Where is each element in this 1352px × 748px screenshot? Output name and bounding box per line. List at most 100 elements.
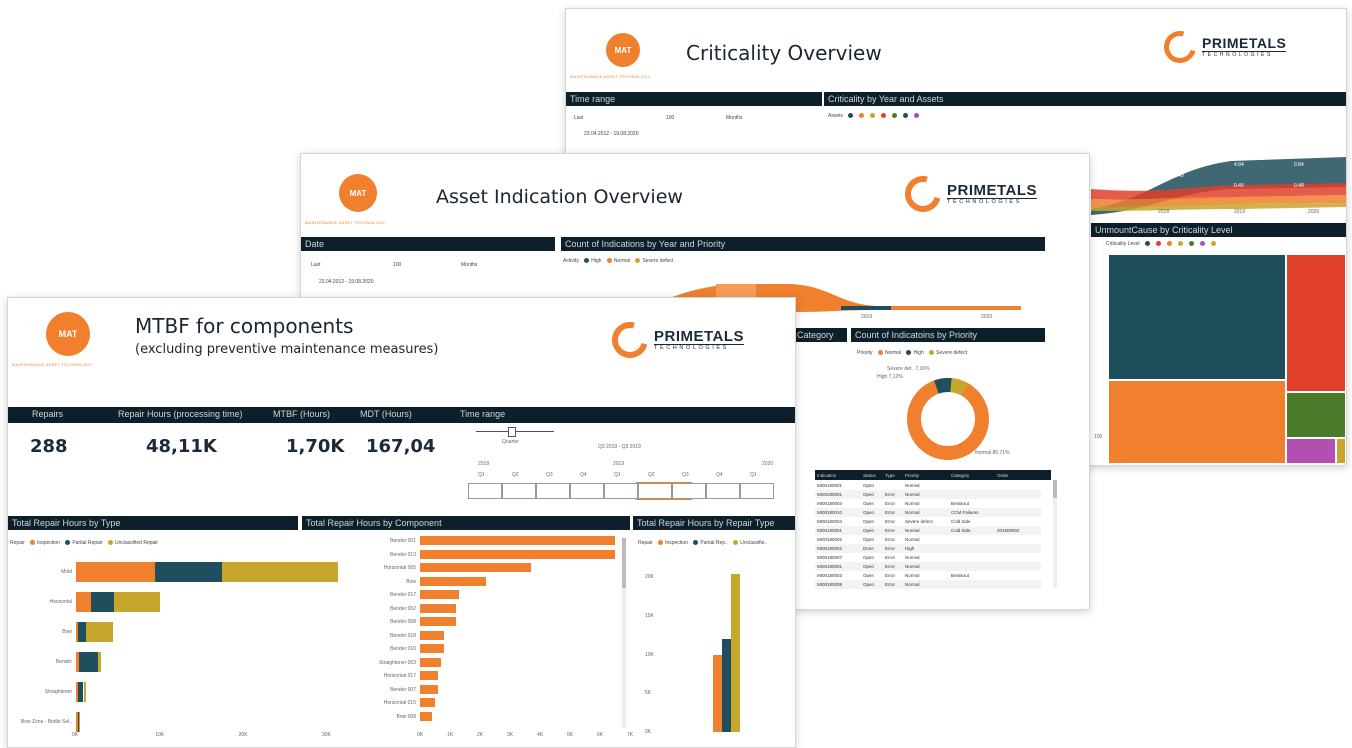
bar[interactable] xyxy=(420,549,615,559)
bar-segment[interactable] xyxy=(86,622,113,642)
bar[interactable] xyxy=(420,630,444,640)
repair-hours-by-type-chart: Mold Horizontal Bow Bender Straightener Bow Z… xyxy=(8,548,339,747)
bar[interactable] xyxy=(722,639,731,732)
bar[interactable] xyxy=(420,684,438,694)
bar-segment[interactable] xyxy=(79,652,98,672)
category-label: Horizontal 015 xyxy=(383,700,416,706)
table-cell: CCM Failures xyxy=(951,510,979,515)
table-row[interactable]: MI00180001 Open Error Normal Cold Side 201808… xyxy=(815,526,1041,535)
category-label: Mold xyxy=(61,569,72,575)
table-cell: Error xyxy=(885,555,895,560)
bar[interactable] xyxy=(420,536,615,545)
col-header[interactable]: Status xyxy=(863,473,885,478)
treemap-cell[interactable] xyxy=(1286,254,1346,392)
category-label: Bow 008 xyxy=(396,713,416,720)
table-cell: MI00180004 xyxy=(817,519,843,524)
bar[interactable] xyxy=(420,671,438,680)
table-row[interactable]: MI00180007 Open Error Normal xyxy=(815,553,1041,562)
bar[interactable] xyxy=(420,590,459,599)
bar-segment[interactable] xyxy=(155,562,222,582)
col-header[interactable]: Order xyxy=(997,473,1041,478)
bar[interactable] xyxy=(420,698,435,707)
bar-segment[interactable] xyxy=(97,652,101,672)
y-tick-label: 20K xyxy=(645,574,654,581)
table-cell: Normal xyxy=(905,555,920,560)
filter-months[interactable]: Months xyxy=(726,115,742,121)
quarter-cell[interactable] xyxy=(604,483,638,499)
year-label: 2019 xyxy=(861,314,873,320)
bar[interactable] xyxy=(420,657,441,667)
mat-subtitle: MAINTENANCE ASSET TECHNOLOGY xyxy=(305,220,386,225)
bar[interactable] xyxy=(420,644,444,653)
brand-name: PRIMETALS xyxy=(654,327,745,346)
kpi-label-mtbf: MTBF (Hours) xyxy=(273,409,330,419)
quarter-cell[interactable] xyxy=(740,483,774,499)
table-row[interactable]: MI00190001 Open Normal xyxy=(815,481,1041,490)
category-label: Bow xyxy=(62,629,72,635)
col-header[interactable]: Type xyxy=(885,473,905,478)
bar-segment[interactable] xyxy=(76,562,156,582)
bar[interactable] xyxy=(420,617,456,626)
table-row[interactable]: MI00180010 Open Error Normal CCM Failures xyxy=(815,508,1041,517)
table-row[interactable]: MI00180004 Open Error Normal Breakout xyxy=(815,499,1041,508)
repair-type-chart-header: Total Repair Hours by Repair Type xyxy=(633,516,795,530)
bar[interactable] xyxy=(420,576,486,586)
table-row[interactable]: MI00180009 Open Error Normal xyxy=(815,580,1041,589)
table-row[interactable]: MI00180004 Open Error Severe defect Cold Sid… xyxy=(815,517,1041,526)
slider-handle[interactable] xyxy=(508,427,516,437)
filter-months[interactable]: Months xyxy=(461,262,477,268)
treemap-cell[interactable] xyxy=(1108,380,1286,464)
quarter-cell[interactable] xyxy=(672,483,706,499)
bar-segment[interactable] xyxy=(78,712,80,732)
table-scrollbar[interactable] xyxy=(1053,480,1057,588)
activity-legend: Activity High Normal Severe defect xyxy=(563,258,674,264)
col-header[interactable]: Indication xyxy=(815,473,863,478)
table-row[interactable]: MI00180002 Open Error Normal xyxy=(815,535,1041,544)
filter-last[interactable]: Last xyxy=(311,262,320,268)
treemap-axis-label: 100 xyxy=(1094,434,1103,440)
filter-count[interactable]: 100 xyxy=(666,115,674,121)
bar[interactable] xyxy=(420,563,531,572)
bar[interactable] xyxy=(420,711,432,721)
col-header[interactable]: Priority xyxy=(905,473,951,478)
table-cell: MI00180007 xyxy=(817,555,843,560)
bar-segment[interactable] xyxy=(113,592,161,612)
table-cell: Done xyxy=(863,546,874,551)
table-cell: Open xyxy=(863,501,875,506)
table-row[interactable]: MI00180003 Open Error Normal Breakout xyxy=(815,571,1041,580)
kpi-label-mdt: MDT (Hours) xyxy=(360,409,412,419)
quarter-cell[interactable] xyxy=(536,483,570,499)
bar-segment[interactable] xyxy=(76,592,91,612)
table-cell: Error xyxy=(885,564,895,569)
donut-label: High 7,12% xyxy=(877,374,903,380)
bar-segment[interactable] xyxy=(83,682,86,702)
table-cell: MI00180002 xyxy=(817,537,843,542)
quarter-cell[interactable] xyxy=(638,483,672,499)
year-label: 2018 xyxy=(1158,209,1170,215)
filter-last[interactable]: Last xyxy=(574,115,583,121)
bar-segment[interactable] xyxy=(91,592,114,612)
page-subtitle: (excluding preventive maintenance measur… xyxy=(135,342,439,357)
y-tick-label: 0K xyxy=(645,729,652,735)
bar[interactable] xyxy=(731,573,740,732)
category-label: Bender 002 xyxy=(390,605,416,612)
component-scrollbar[interactable] xyxy=(622,538,626,728)
table-row[interactable]: MI00180001 Open Error Normal xyxy=(815,562,1041,571)
quarter-cell[interactable] xyxy=(706,483,740,499)
table-row[interactable]: MI00280001 Open Error Normal xyxy=(815,490,1041,499)
treemap-cell[interactable] xyxy=(1108,254,1286,380)
col-header[interactable]: Category xyxy=(951,473,997,478)
bar[interactable] xyxy=(713,654,722,732)
treemap-cell[interactable] xyxy=(1336,438,1346,464)
treemap-cell[interactable] xyxy=(1286,392,1346,438)
primetals-logo: PRIMETALS TECHNOLOGIES xyxy=(1158,25,1287,69)
quarter-cell[interactable] xyxy=(570,483,604,499)
treemap-cell[interactable] xyxy=(1286,438,1336,464)
table-row[interactable]: MI00190002 Done Error High xyxy=(815,544,1041,553)
bar-segment[interactable] xyxy=(77,622,86,642)
bar[interactable] xyxy=(420,603,456,613)
quarter-cell[interactable] xyxy=(468,483,502,499)
page-title: Asset Indication Overview xyxy=(436,186,683,208)
quarter-cell[interactable] xyxy=(502,483,536,499)
filter-count[interactable]: 100 xyxy=(393,262,401,268)
